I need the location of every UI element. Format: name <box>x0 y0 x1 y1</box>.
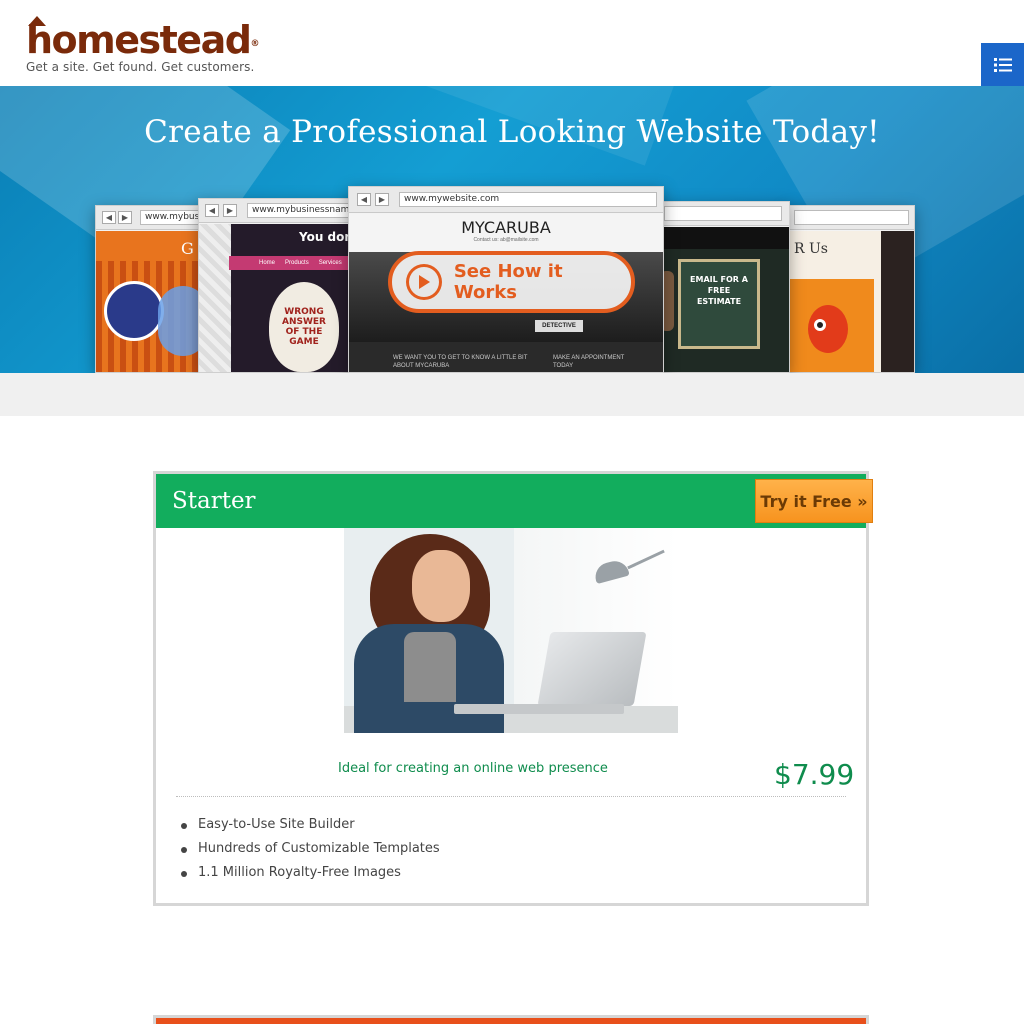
forward-icon: ▶ <box>118 211 132 224</box>
mockup-url: www.mybusinessname.com <box>247 203 351 218</box>
list-icon <box>993 57 1012 72</box>
back-icon: ◀ <box>205 204 219 217</box>
section-divider-band <box>0 373 1024 416</box>
mockup-heading: MYCARUBA <box>461 218 551 237</box>
mockup-heading: G <box>181 239 194 258</box>
house-roof-icon <box>28 16 46 26</box>
play-icon <box>406 264 442 300</box>
dotted-divider <box>176 796 846 797</box>
plan-card-starter: Starter Try it Free » Ideal for creating… <box>153 471 873 906</box>
detective-sign: DETECTIVE <box>535 320 583 332</box>
feature-item: 1.1 Million Royalty-Free Images <box>178 861 440 885</box>
mockup-footer-left: WE WANT YOU TO GET TO KNOW A LITTLE BIT … <box>393 355 528 369</box>
character-graphic <box>104 281 164 341</box>
back-icon: ◀ <box>102 211 116 224</box>
website-mockup: R Us <box>785 205 915 373</box>
plan-price: $7.99 <box>774 758 855 791</box>
hero-title: Create a Professional Looking Website To… <box>144 114 880 150</box>
next-plan-card-header <box>153 1015 869 1024</box>
website-mockup: ◀ ▶ www.mybusinessname.com You don't Hom… <box>198 198 356 373</box>
laptop-graphic <box>537 632 647 706</box>
estimate-board: EMAIL FOR A FREE ESTIMATE <box>678 259 760 349</box>
woman-with-laptop-image <box>344 528 678 733</box>
back-icon: ◀ <box>357 193 371 206</box>
feature-item: Hundreds of Customizable Templates <box>178 837 440 861</box>
mockup-footer-right: MAKE AN APPOINTMENT TODAY <box>553 355 625 369</box>
egg-poster: WRONG ANSWER OF THE GAME <box>269 282 339 372</box>
plan-name: Starter <box>172 488 256 514</box>
mockup-contact: Contact us: ab@mailsite.com <box>473 237 539 243</box>
logo-tagline: Get a site. Get found. Get customers. <box>26 60 255 74</box>
see-how-it-works-label: See How it Works <box>453 261 563 303</box>
menu-button[interactable] <box>981 43 1024 86</box>
website-mockup: ◀ ▶ www.mybusinessname.com G <box>95 205 210 373</box>
mockup-url <box>794 210 909 225</box>
try-it-free-button[interactable]: Try it Free » <box>755 479 873 523</box>
mockup-nav: Home Products Services <box>229 256 349 270</box>
mockup-url: www.mywebsite.com <box>399 192 657 207</box>
forward-icon: ▶ <box>223 204 237 217</box>
feature-item: Easy-to-Use Site Builder <box>178 813 440 837</box>
hero-banner: Create a Professional Looking Website To… <box>0 86 1024 373</box>
forward-icon: ▶ <box>375 193 389 206</box>
feature-list: Easy-to-Use Site Builder Hundreds of Cus… <box>178 813 440 885</box>
website-mockup: EMAIL FOR A FREE ESTIMATE <box>655 201 790 373</box>
mockup-heading: EMAIL FOR A FREE ESTIMATE <box>690 275 748 306</box>
registered-mark: ® <box>250 39 260 49</box>
site-header: homestead® Get a site. Get found. Get cu… <box>0 0 1024 86</box>
logo-wordmark: homestead <box>26 18 252 62</box>
parrot-image <box>790 279 874 372</box>
see-how-it-works-button[interactable]: See How it Works <box>388 251 635 313</box>
mockup-url <box>664 206 782 221</box>
mockup-heading: R Us <box>794 241 828 257</box>
plan-description: Ideal for creating an online web presenc… <box>338 761 608 776</box>
homestead-logo[interactable]: homestead® Get a site. Get found. Get cu… <box>26 16 260 74</box>
